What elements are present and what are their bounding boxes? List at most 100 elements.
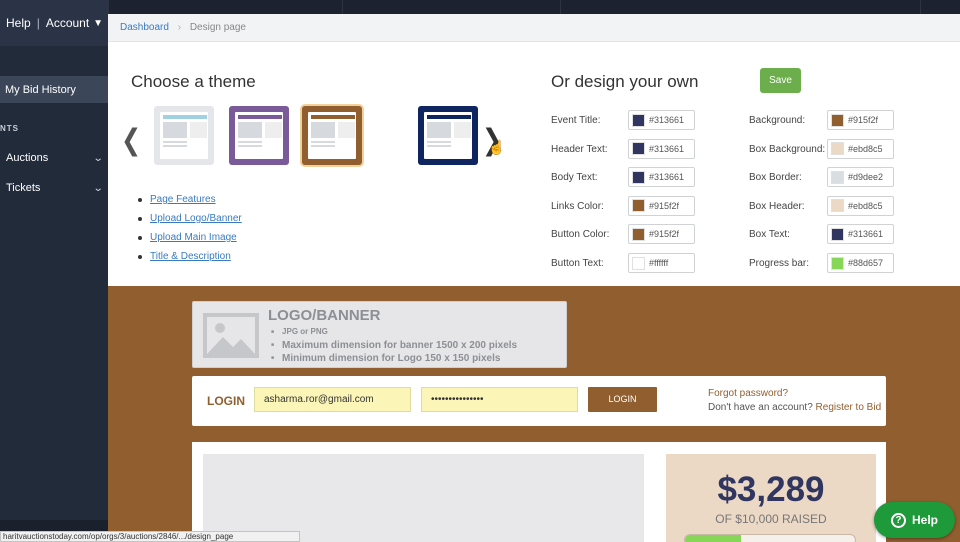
- upload-main-image-link[interactable]: Upload Main Image: [150, 232, 237, 243]
- color-input[interactable]: #88d657: [827, 253, 894, 273]
- color-value: #915f2f: [848, 115, 879, 125]
- color-swatch[interactable]: [831, 170, 844, 184]
- theme-option-purple[interactable]: [229, 106, 289, 165]
- color-swatch[interactable]: [632, 256, 645, 270]
- color-input[interactable]: #ebd8c5: [827, 195, 894, 216]
- color-value: #915f2f: [649, 229, 680, 240]
- color-input[interactable]: #ebd8c5: [827, 138, 894, 159]
- color-value: #313661: [649, 115, 685, 125]
- color-input[interactable]: #313661: [827, 224, 894, 245]
- theme-links-list: Page Features Upload Logo/Banner Upload …: [138, 194, 242, 270]
- design-own-heading: Or design your own: [551, 72, 699, 91]
- color-input[interactable]: #313661: [628, 167, 695, 188]
- color-value: #915f2f: [649, 200, 680, 211]
- help-link[interactable]: Help: [6, 16, 31, 30]
- chevron-down-icon: ⌄: [92, 182, 104, 194]
- logo-banner-title: LOGO/BANNER: [268, 307, 381, 324]
- sidebar-item-auctions[interactable]: Auctions ⌄: [6, 152, 104, 164]
- color-input[interactable]: #915f2f: [628, 224, 695, 245]
- color-setting-label: Event Title:: [551, 115, 601, 126]
- color-setting-label: Background:: [749, 115, 806, 126]
- sidebar: Help | Account ▼ My Bid History NTS Auct…: [0, 0, 108, 542]
- sidebar-item-label: Auctions: [6, 152, 49, 164]
- choose-theme-heading: Choose a theme: [131, 72, 256, 91]
- save-button[interactable]: Save: [760, 68, 801, 93]
- color-input[interactable]: #915f2f: [827, 110, 894, 130]
- design-panel: Choose a theme ❮ ❯ ☝ Page Features Uploa…: [108, 42, 960, 286]
- login-button[interactable]: LOGIN: [588, 387, 657, 412]
- sidebar-item-bid-history[interactable]: My Bid History: [0, 76, 108, 103]
- color-setting-label: Body Text:: [551, 172, 598, 184]
- color-input[interactable]: #313661: [628, 110, 695, 130]
- color-swatch[interactable]: [831, 199, 844, 213]
- content-area: $3,289 OF $10,000 RAISED: [192, 442, 886, 542]
- color-setting-label: Box Text:: [749, 229, 790, 241]
- color-swatch[interactable]: [831, 227, 844, 241]
- register-link[interactable]: Register to Bid: [816, 402, 882, 413]
- breadcrumb-dashboard[interactable]: Dashboard: [120, 22, 169, 33]
- color-setting-label: Progress bar:: [749, 258, 810, 269]
- list-item: Page Features: [138, 194, 242, 205]
- logo-banner-placeholder[interactable]: LOGO/BANNER JPG or PNG Maximum dimension…: [192, 301, 567, 368]
- color-swatch[interactable]: [632, 113, 645, 127]
- color-swatch[interactable]: [632, 170, 645, 184]
- chevron-down-icon[interactable]: ▼: [93, 18, 103, 29]
- main-image-placeholder: [203, 454, 644, 542]
- logo-hint-banner: Maximum dimension for banner 1500 x 200 …: [271, 340, 517, 351]
- progress-bar: [684, 534, 856, 542]
- color-input[interactable]: #ffffff: [628, 253, 695, 273]
- status-url: haritvauctionstoday.com/op/orgs/3/auctio…: [0, 531, 300, 542]
- help-button[interactable]: ? Help: [874, 502, 955, 538]
- color-value: #ebd8c5: [848, 200, 883, 211]
- color-swatch[interactable]: [831, 142, 844, 156]
- color-value: #313661: [848, 229, 884, 240]
- sidebar-section-label: NTS: [0, 124, 19, 133]
- help-icon: ?: [890, 512, 906, 528]
- logo-hint-format: JPG or PNG: [271, 327, 328, 336]
- color-value: #ffffff: [649, 258, 669, 268]
- account-menu[interactable]: Account: [46, 16, 89, 30]
- title-description-link[interactable]: Title & Description: [150, 251, 231, 262]
- color-swatch[interactable]: [831, 113, 844, 127]
- color-value: #d9dee2: [848, 172, 884, 183]
- color-swatch[interactable]: [632, 227, 645, 241]
- help-button-label: Help: [911, 513, 938, 527]
- list-item: Upload Main Image: [138, 232, 242, 243]
- forgot-password-link[interactable]: Forgot password?: [708, 388, 788, 399]
- chevron-down-icon: ⌄: [92, 152, 104, 164]
- color-input[interactable]: #915f2f: [628, 195, 695, 216]
- color-input[interactable]: #d9dee2: [827, 167, 894, 188]
- theme-option-brown[interactable]: [302, 106, 362, 165]
- color-value: #313661: [649, 143, 685, 154]
- list-item: Title & Description: [138, 251, 242, 262]
- theme-option-navy[interactable]: [418, 106, 478, 165]
- login-bar: LOGIN asharma.ror@gmail.com ••••••••••••…: [192, 376, 886, 426]
- sidebar-item-tickets[interactable]: Tickets ⌄: [6, 182, 104, 194]
- color-swatch[interactable]: [632, 199, 645, 213]
- color-swatch[interactable]: [632, 142, 645, 156]
- pointer-cursor-icon: ☝: [488, 139, 506, 155]
- color-setting-label: Box Background:: [749, 143, 826, 155]
- page-features-link[interactable]: Page Features: [150, 194, 216, 205]
- sidebar-header: Help | Account ▼: [0, 0, 108, 46]
- email-field[interactable]: asharma.ror@gmail.com: [254, 387, 411, 412]
- color-setting-label: Box Border:: [749, 172, 802, 184]
- theme-option-light[interactable]: [154, 106, 214, 165]
- upload-logo-link[interactable]: Upload Logo/Banner: [150, 213, 242, 224]
- raised-amount: $3,289: [717, 470, 825, 509]
- color-swatch[interactable]: [831, 256, 844, 270]
- color-setting-label: Box Header:: [749, 200, 805, 212]
- progress-fill: [685, 535, 742, 542]
- color-value: #88d657: [848, 258, 884, 268]
- color-setting-label: Button Color:: [551, 229, 610, 241]
- color-input[interactable]: #313661: [628, 138, 695, 159]
- password-field[interactable]: •••••••••••••••: [421, 387, 578, 412]
- chevron-left-icon[interactable]: ❮: [121, 123, 141, 158]
- breadcrumb: Dashboard › Design page: [108, 14, 960, 42]
- color-setting-label: Button Text:: [551, 258, 604, 269]
- sidebar-item-label: Tickets: [6, 182, 41, 194]
- breadcrumb-separator: ›: [177, 22, 182, 33]
- color-setting-label: Header Text:: [551, 143, 608, 155]
- separator: |: [36, 16, 40, 30]
- no-account-text: Don't have an account?: [708, 402, 813, 413]
